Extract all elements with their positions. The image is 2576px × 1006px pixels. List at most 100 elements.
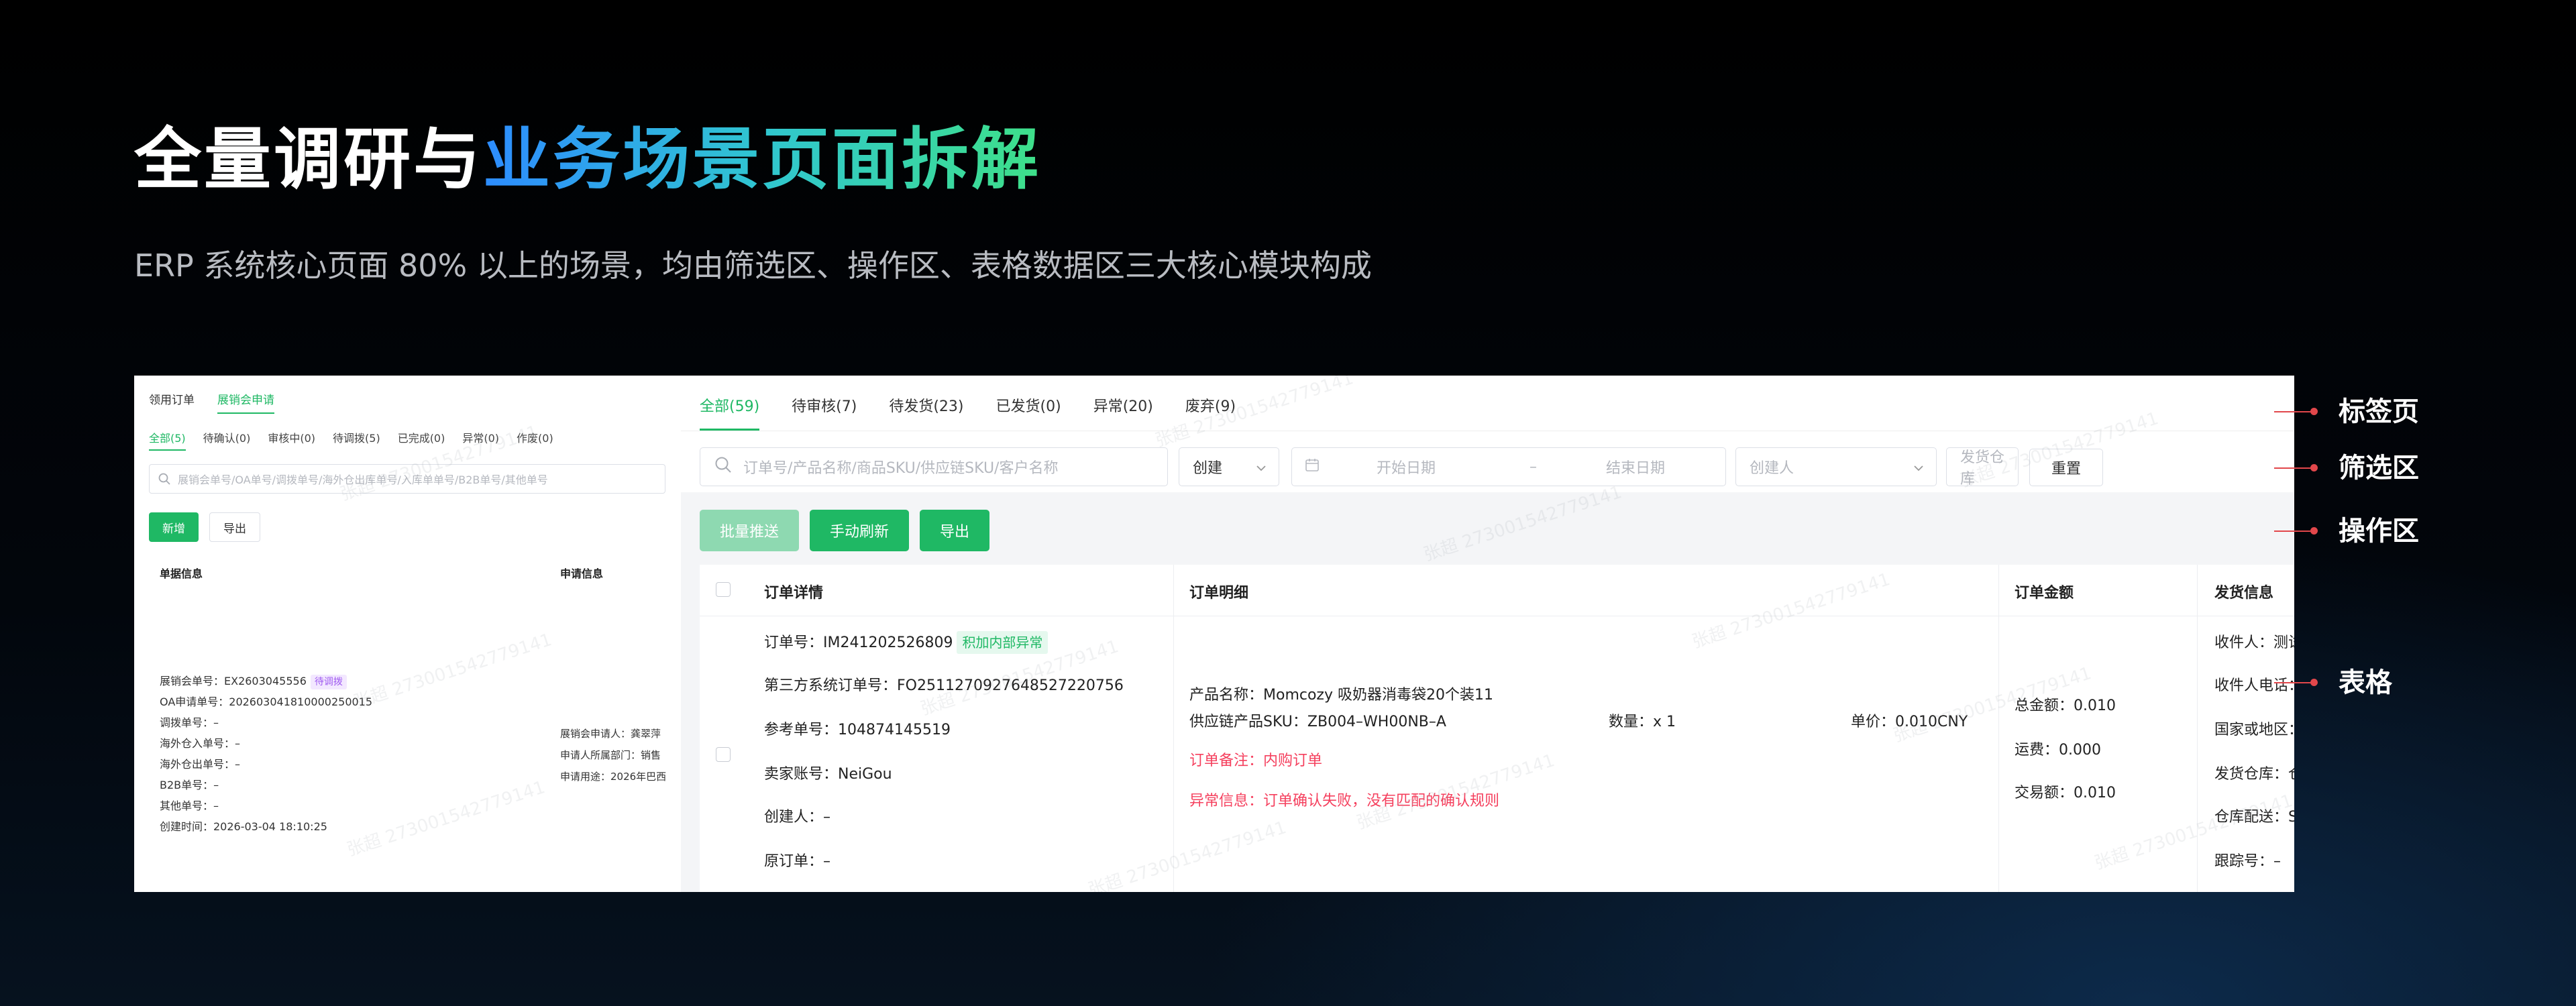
annotation-dot <box>2310 408 2318 415</box>
action-bar: 批量推送 手动刷新 导出 <box>700 510 990 551</box>
status-tab-all[interactable]: 全部(5) <box>149 429 186 451</box>
tab-requisition-order[interactable]: 领用订单 <box>149 390 195 414</box>
page-title-accent: 业务场景页面拆解 <box>483 120 1041 199</box>
warehouse-select[interactable]: 发货仓库 <box>1946 447 2019 488</box>
end-date-input[interactable]: 结束日期 <box>1606 456 1665 478</box>
order-no: 订单号：IM241202526809 积加内部异常 <box>764 630 1049 654</box>
status-tab-completed[interactable]: 已完成(0) <box>398 429 445 451</box>
select-all-checkbox[interactable] <box>716 582 731 597</box>
tab-discarded[interactable]: 废弃(9) <box>1185 394 1236 431</box>
other-no: 其他单号：– <box>160 799 219 812</box>
order-search-input[interactable]: 订单号/产品名称/商品SKU/供应链SKU/客户名称 <box>700 447 1168 486</box>
reset-button[interactable]: 重置 <box>2029 449 2103 486</box>
overseas-out-no: 海外仓出单号：– <box>160 758 241 771</box>
tracking-no: 跟踪号：– <box>2214 853 2282 870</box>
warehouse-placeholder: 发货仓库 <box>1960 449 2005 488</box>
creator-select[interactable]: 创建人 <box>1735 447 1937 486</box>
col-order-items: 订单明细 <box>1189 585 1249 602</box>
order-no-text: 订单号：IM241202526809 <box>764 634 953 651</box>
tab-all[interactable]: 全部(59) <box>700 394 760 431</box>
shipping-fee: 运费：0.000 <box>2015 742 2101 759</box>
b2b-no: B2B单号：– <box>160 779 219 791</box>
erp-screenshot: 领用订单 展销会申请 全部(5) 待确认(0) 审核中(0) 待调拨(5) 已完… <box>134 376 2294 892</box>
transfer-no: 调拨单号：– <box>160 716 219 729</box>
col-divider <box>2197 565 2198 892</box>
recipient-phone: 收件人电话： <box>2214 677 2294 694</box>
batch-push-button[interactable]: 批量推送 <box>700 510 800 551</box>
page-subtitle: ERP 系统核心页面 80% 以上的场景，均由筛选区、操作区、表格数据区三大核心… <box>134 247 1372 284</box>
left-status-tabs: 全部(5) 待确认(0) 审核中(0) 待调拨(5) 已完成(0) 异常(0) … <box>149 429 553 451</box>
order-search-placeholder: 订单号/产品名称/商品SKU/供应链SKU/客户名称 <box>743 460 1059 477</box>
annotation-line <box>2274 411 2312 412</box>
annotation-line <box>2274 467 2312 469</box>
tab-shipped[interactable]: 已发货(0) <box>996 394 1061 431</box>
left-search-input[interactable]: 展销会单号/OA单号/调拨单号/海外仓出库单号/入库单单号/B2B单号/其他单号 <box>149 464 665 494</box>
annotation-label: 标签页 <box>2339 396 2419 427</box>
left-search-placeholder: 展销会单号/OA单号/调拨单号/海外仓出库单号/入库单单号/B2B单号/其他单号 <box>178 473 548 486</box>
col-order-detail: 订单详情 <box>764 585 824 602</box>
exception-info: 异常信息：订单确认失败，没有匹配的确认规则 <box>1189 793 1500 809</box>
exhibition-list-panel: 领用订单 展销会申请 全部(5) 待确认(0) 审核中(0) 待调拨(5) 已完… <box>134 376 681 892</box>
annotation-label: 表格 <box>2339 667 2392 698</box>
created-at: 创建时间：2026-03-04 18:10:25 <box>160 820 327 833</box>
filter-bar: 订单号/产品名称/商品SKU/供应链SKU/客户名称 创建 开始日期 – 结束日… <box>681 431 2294 492</box>
order-remark: 订单备注：内购订单 <box>1189 752 1323 769</box>
status-tab-pending-confirm[interactable]: 待确认(0) <box>203 429 251 451</box>
left-export-button[interactable]: 导出 <box>209 512 260 542</box>
status-tab-pending-transfer[interactable]: 待调拨(5) <box>333 429 380 451</box>
row-checkbox[interactable] <box>716 747 731 762</box>
warehouse-delivery: 仓库配送：S <box>2214 809 2294 826</box>
date-separator: – <box>1529 458 1537 476</box>
third-party-order-no: 第三方系统订单号：FO25112709276485272207​56 <box>764 677 1124 694</box>
search-icon <box>714 455 733 478</box>
col-order-amount: 订单金额 <box>2015 585 2074 602</box>
col-document-info: 单据信息 <box>160 567 203 580</box>
tab-pending-review[interactable]: 待审核(7) <box>792 394 857 431</box>
applicant: 展销会申请人：龚翠萍 <box>560 728 661 740</box>
annotation-dot <box>2310 679 2318 686</box>
purpose: 申请用途：2026年巴西 <box>560 771 667 783</box>
tab-exception[interactable]: 异常(20) <box>1093 394 1153 431</box>
total-amount: 总金额：0.010 <box>2015 697 2116 714</box>
search-icon <box>158 472 171 486</box>
ship-warehouse: 发货仓库：仓 <box>2214 766 2294 783</box>
seller-account: 卖家账号：NeiGou <box>764 766 892 783</box>
left-top-tabs: 领用订单 展销会申请 <box>149 390 274 414</box>
chevron-down-icon <box>1256 459 1267 476</box>
product-name: 产品名称：Momcozy 吸奶器消毒袋20个装11 <box>1189 687 1493 704</box>
create-type-select[interactable]: 创建 <box>1179 447 1279 486</box>
document-info-cell: 展销会单号：EX2603045556 待调拨 OA申请单号：20260304181… <box>160 671 372 837</box>
country-region: 国家或地区： <box>2214 722 2294 738</box>
quantity: 数量：x 1 <box>1609 714 1676 730</box>
transaction-amount: 交易额：0.010 <box>2015 785 2116 801</box>
annotation-dot <box>2310 464 2318 471</box>
annotation-label: 筛选区 <box>2339 453 2419 484</box>
overseas-in-no: 海外仓入单号：– <box>160 737 241 750</box>
manual-refresh-button[interactable]: 手动刷新 <box>810 510 910 551</box>
annotation-label: 操作区 <box>2339 516 2419 547</box>
order-status-tabs: 全部(59) 待审核(7) 待发货(23) 已发货(0) 异常(20) 废弃(9… <box>681 376 2294 431</box>
tab-exhibition-application[interactable]: 展销会申请 <box>217 390 274 414</box>
unit-price: 单价：0.010CNY <box>1851 714 1968 730</box>
start-date-input[interactable]: 开始日期 <box>1377 456 1497 478</box>
application-info-cell: 展销会申请人：龚翠萍 申请人所属部门：销售 申请用途：2026年巴西 <box>560 723 666 787</box>
calendar-icon <box>1304 457 1320 477</box>
col-divider <box>1173 565 1174 892</box>
supply-chain-sku: 供应链产品SKU：ZB004–WH00NB–A <box>1189 714 1446 730</box>
create-type-value: 创建 <box>1193 460 1223 477</box>
status-tab-reviewing[interactable]: 审核中(0) <box>268 429 315 451</box>
watermark: 张超 2730015427791​41 <box>351 629 555 713</box>
status-tab-exception[interactable]: 异常(0) <box>462 429 499 451</box>
status-tab-voided[interactable]: 作废(0) <box>517 429 553 451</box>
watermark: 张超 2730015427791​41 <box>344 777 548 860</box>
annotation-dot <box>2310 527 2318 535</box>
chevron-down-icon <box>1913 459 1924 476</box>
annotation-line <box>2274 530 2312 532</box>
export-button[interactable]: 导出 <box>920 510 990 551</box>
left-action-bar: 新增 导出 <box>149 512 260 542</box>
date-range-picker[interactable]: 开始日期 – 结束日期 <box>1291 447 1726 486</box>
new-button[interactable]: 新增 <box>149 512 199 542</box>
tab-pending-shipment[interactable]: 待发货(23) <box>889 394 963 431</box>
status-badge: 待调拨 <box>310 675 347 689</box>
order-list-panel: 全部(59) 待审核(7) 待发货(23) 已发货(0) 异常(20) 废弃(9… <box>681 376 2294 892</box>
